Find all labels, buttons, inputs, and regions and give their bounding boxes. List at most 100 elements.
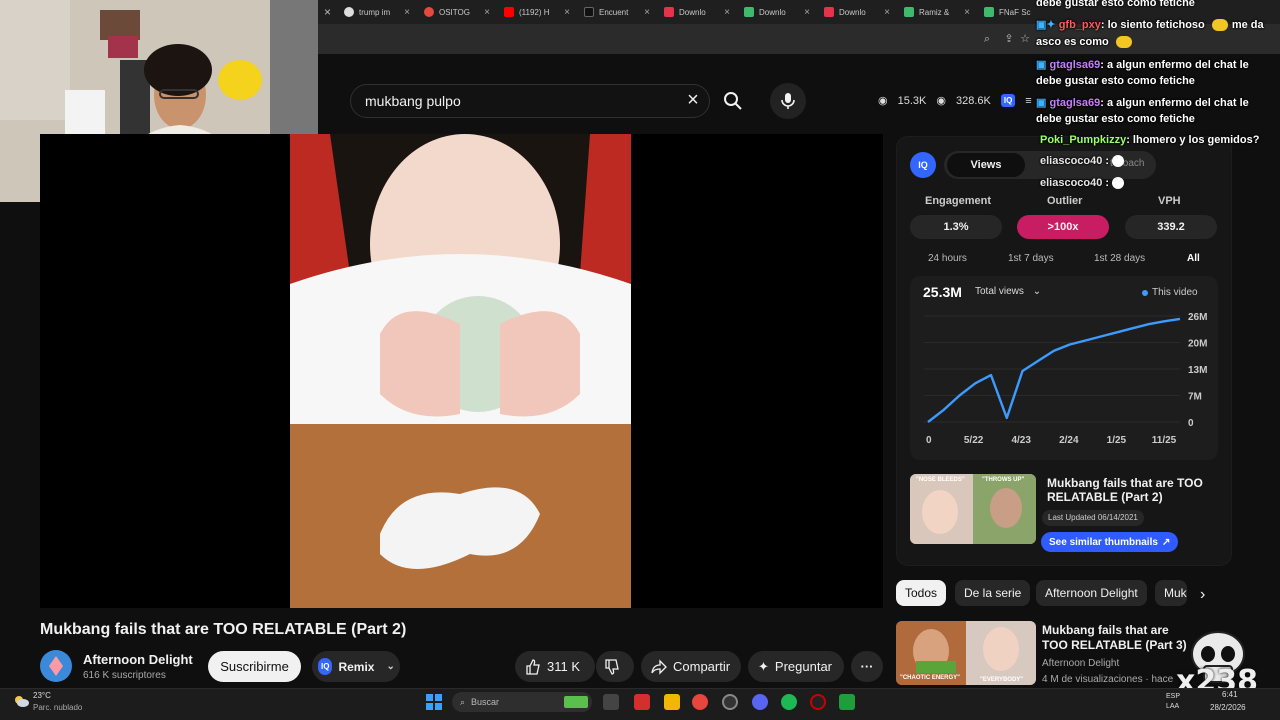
menu-icon[interactable]: ≡ (1025, 95, 1031, 107)
task-view-icon[interactable] (603, 694, 619, 710)
x-tick-label: 2/24 (1059, 435, 1079, 446)
metric-label-outlier: Outlier (1047, 195, 1083, 207)
search-highlight-icon (564, 696, 588, 708)
vidiq-badge-icon[interactable]: IQ (1000, 94, 1016, 107)
chevron-down-icon: ⌄ (1032, 286, 1042, 297)
related-video-title[interactable]: Mukbang fails that are TOO RELATABLE (Pa… (1042, 623, 1192, 653)
range-tab-24h[interactable]: 24 hours (928, 253, 967, 264)
total-views-dropdown[interactable]: Total views ⌄ (975, 286, 1041, 297)
share-arrow-icon (651, 658, 667, 675)
clock-time[interactable]: 6:41 (1222, 690, 1238, 699)
tab-close-icon[interactable]: × (804, 7, 810, 18)
tab-favicon-icon (664, 7, 674, 17)
weather-cloud-icon[interactable] (12, 693, 30, 709)
chip-all[interactable]: Todos (896, 580, 947, 606)
tab-close-icon[interactable]: × (564, 7, 570, 18)
browser-tab[interactable]: trump im × (338, 1, 416, 23)
legend-label: This video (1152, 287, 1198, 298)
emote-icon (1115, 36, 1132, 49)
eye-icon: ◉ (878, 95, 888, 107)
skull-emote-icon (1112, 177, 1125, 190)
y-tick-label: 13M (1188, 365, 1207, 376)
video-frame[interactable] (290, 134, 631, 608)
chip-channel[interactable]: Afternoon Delight (1036, 580, 1147, 606)
chip-mukbang[interactable]: Muk (1155, 580, 1187, 606)
chat-text: : lo siento fetichoso (1100, 19, 1205, 31)
tab-favicon-icon (424, 7, 434, 17)
tab-close-icon[interactable]: × (404, 7, 410, 18)
tab-close-icon[interactable]: × (884, 7, 890, 18)
tab-favicon-icon (744, 7, 754, 17)
discord-icon[interactable] (752, 694, 768, 710)
search-button[interactable] (710, 84, 756, 118)
bookmark-star-icon[interactable]: ☆ (1018, 32, 1032, 46)
remix-label: Remix (338, 659, 375, 674)
search-query: mukbang pulpo (365, 93, 461, 109)
tab-close-icon[interactable]: × (484, 7, 490, 18)
voice-search-button[interactable] (770, 83, 806, 119)
more-actions-button[interactable]: ··· (851, 651, 883, 682)
series-line-this-video (927, 317, 1181, 423)
eye-icon: ◉ (936, 95, 946, 107)
obs-icon[interactable] (722, 694, 738, 710)
input-language[interactable]: ESP LAA (1166, 692, 1190, 712)
taskbar-search[interactable]: ⌕ Buscar (452, 692, 592, 712)
tab-close-icon[interactable]: × (964, 7, 970, 18)
ask-button[interactable]: ✦ Preguntar (748, 651, 844, 682)
clock-date[interactable]: 28/2/2026 (1210, 703, 1246, 712)
zoom-icon[interactable]: ⌕ (980, 32, 994, 46)
weather-temperature: 23°C (33, 691, 51, 700)
thumbs-up-icon (526, 658, 540, 675)
clear-search-icon[interactable]: × (682, 89, 704, 111)
thumbnail-preview[interactable]: "NOSE BLEEDS" "THROWS UP" (910, 474, 1036, 544)
chrome-icon[interactable] (692, 694, 708, 710)
chevron-right-icon[interactable]: › (1200, 586, 1205, 604)
share-page-icon[interactable]: ⇪ (1002, 32, 1016, 46)
views-line-chart: 26M 20M 13M 7M 0 0 5/22 4/23 2/24 1/25 11/25 (924, 312, 1207, 446)
remix-button[interactable]: IQ Remix ⌄ (312, 651, 400, 682)
chat-username: Poki_Pumpkizzy (1040, 134, 1127, 146)
tab-favicon-icon (344, 7, 354, 17)
app-icon[interactable] (810, 694, 826, 710)
video-content-image (290, 134, 631, 608)
metric-value-outlier: >100x (1017, 215, 1109, 239)
range-tab-7d[interactable]: 1st 7 days (1008, 253, 1054, 264)
share-button[interactable]: Compartir (641, 651, 741, 682)
spotify-icon[interactable] (781, 694, 797, 710)
chat-message: eliascoco40 : (1040, 177, 1125, 190)
tab-close-icon[interactable]: × (644, 7, 650, 18)
legend-dot-icon (1142, 289, 1148, 296)
chat-badge-icon: ▣ (1036, 97, 1047, 109)
app-icon[interactable] (839, 694, 855, 710)
browser-tab[interactable]: Downlo × (818, 1, 896, 23)
tab-views[interactable]: Views (947, 153, 1025, 177)
tab-close-icon[interactable]: × (724, 7, 730, 18)
channel-name[interactable]: Afternoon Delight (83, 652, 193, 667)
windows-start-icon[interactable] (426, 694, 442, 710)
channel-avatar[interactable] (40, 650, 72, 682)
share-label: Compartir (673, 659, 731, 674)
y-tick-label: 0 (1188, 418, 1194, 429)
browser-tab[interactable]: Downlo × (658, 1, 736, 23)
chat-text: asco es como (1036, 36, 1109, 48)
subscribe-button[interactable]: Suscribirme (208, 651, 301, 682)
related-video-thumbnail[interactable]: "CHAOTIC ENERGY" "EVERYBODY" (896, 621, 1036, 685)
like-button[interactable]: 311 K (515, 651, 595, 682)
file-explorer-icon[interactable] (664, 694, 680, 710)
close-tab-icon[interactable]: × (324, 5, 336, 19)
search-input[interactable]: mukbang pulpo (350, 84, 710, 118)
chat-message: Poki_Pumpkizzy: lhomero y los gemidos? (1040, 134, 1259, 146)
metric-value-vph: 339.2 (1125, 215, 1217, 239)
chip-series[interactable]: De la serie (955, 580, 1031, 606)
browser-tab[interactable]: Ramiz & × (898, 1, 976, 23)
browser-tab[interactable]: Downlo × (738, 1, 816, 23)
browser-tab[interactable]: (1192) H × (498, 1, 576, 23)
see-similar-thumbnails-button[interactable]: See similar thumbnails ↗ (1041, 532, 1179, 552)
app-icon[interactable] (634, 694, 650, 710)
dislike-button[interactable] (596, 651, 634, 682)
browser-tab[interactable]: Encuent × (578, 1, 656, 23)
browser-tab[interactable]: OSITOG × (418, 1, 496, 23)
range-tab-28d[interactable]: 1st 28 days (1094, 253, 1145, 264)
last-updated-badge: Last Updated 06/14/2021 (1042, 510, 1144, 526)
range-tab-all[interactable]: All (1187, 253, 1200, 264)
